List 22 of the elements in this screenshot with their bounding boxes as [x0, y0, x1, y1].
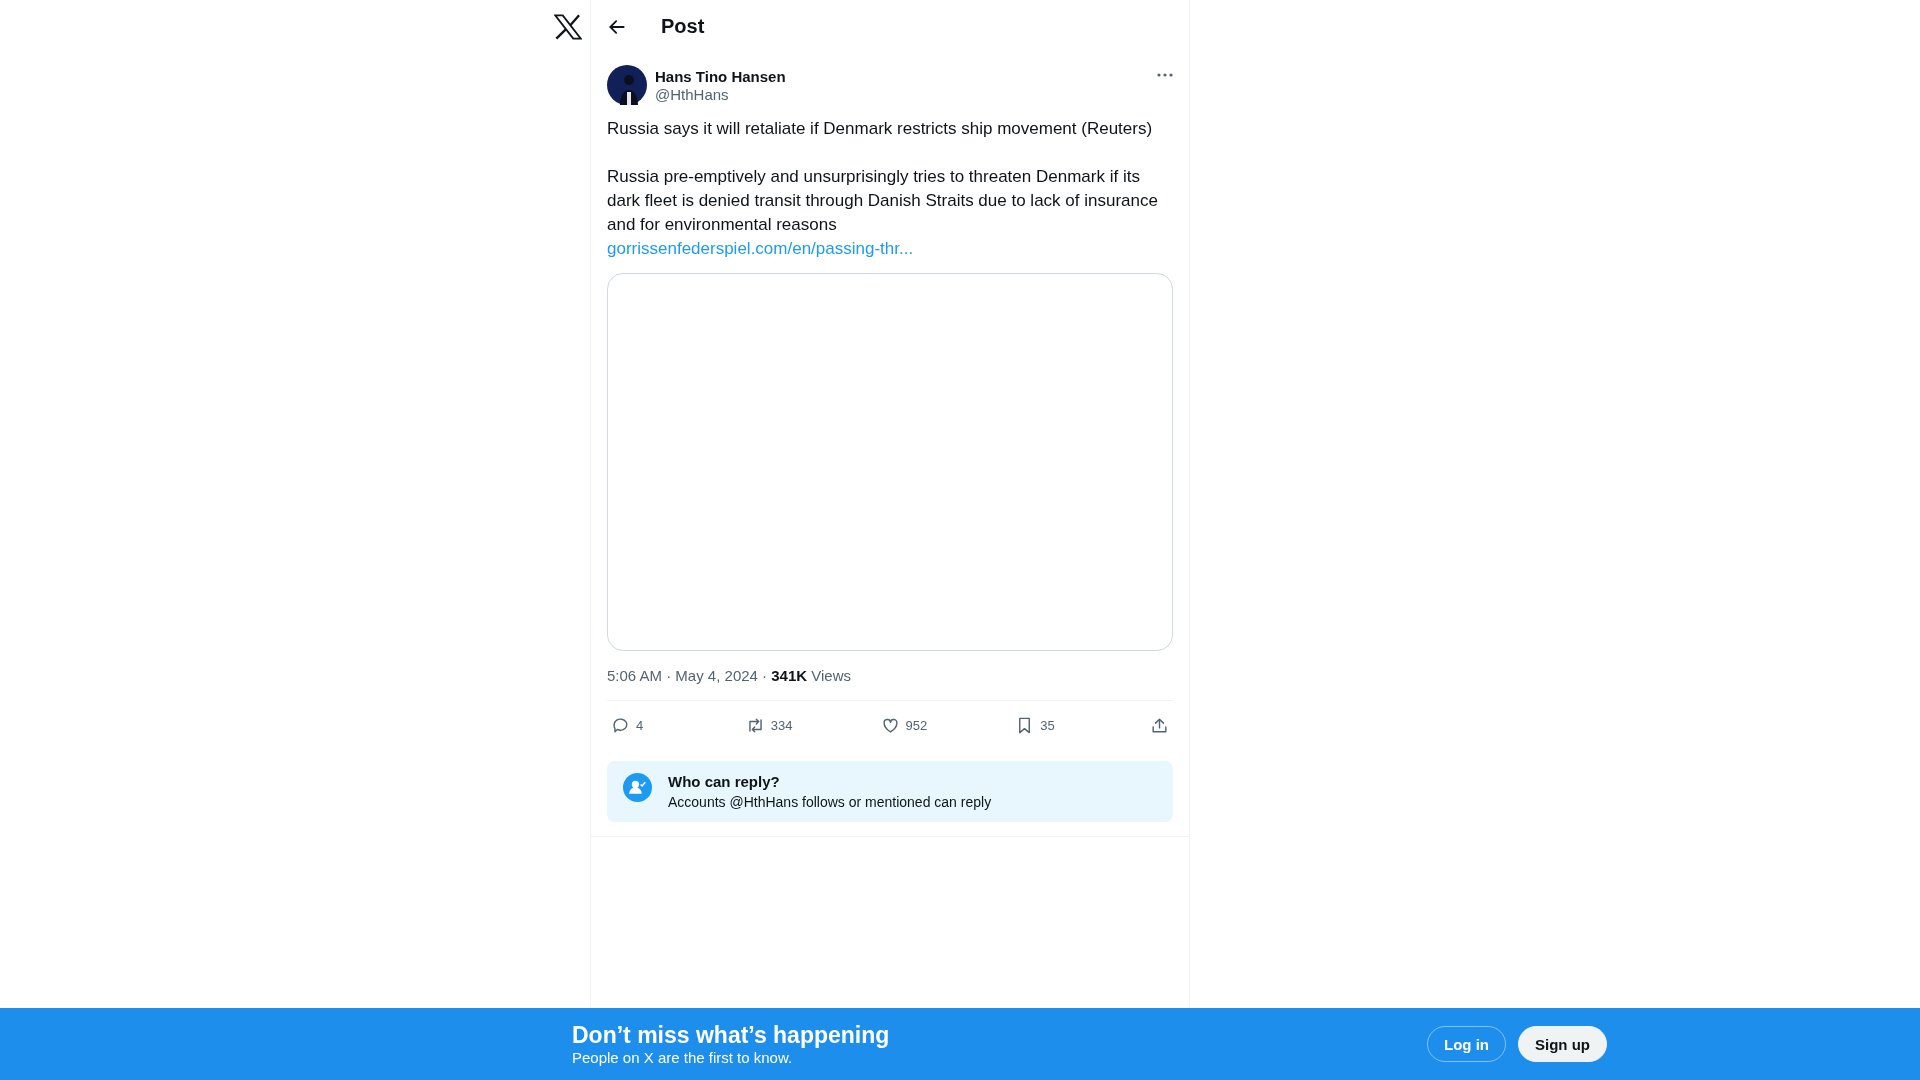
post-text: Russia says it will retaliate if Denmark restricts ship movement (Reuters) — [607, 118, 1154, 140]
notice-text: Accounts @HthHans follows or mentioned can reply — [668, 794, 992, 810]
signup-button[interactable]: Sign up — [1518, 1026, 1607, 1062]
post-text: Russia pre-emptively and unsurprisingly tries to threaten Denmark if its dark fleet is denied transit through Danish Straits due to lack of insurance and for environmental reasons — [607, 166, 1159, 236]
notice-title: Who can reply? — [668, 773, 781, 790]
more-options-icon[interactable] — [1157, 73, 1173, 77]
share-action[interactable] — [1150, 715, 1169, 735]
reply-action[interactable]: 4 — [611, 715, 671, 735]
x-logo-icon[interactable] — [554, 14, 582, 40]
speech-bubble-icon — [611, 715, 630, 735]
author-name[interactable]: Hans Tino Hansen — [655, 67, 1149, 85]
person-check-icon — [623, 773, 652, 802]
repost-action[interactable]: 334 — [745, 715, 806, 735]
share-icon — [1150, 715, 1169, 735]
banner-subtitle: People on X are the first to know. — [572, 1049, 794, 1066]
avatar[interactable] — [607, 65, 647, 105]
like-action[interactable]: 952 — [880, 715, 941, 735]
author-handle[interactable]: @HthHans — [655, 85, 1149, 103]
bookmark-action[interactable]: 35 — [1015, 715, 1076, 735]
page-title: Post — [661, 15, 705, 38]
post-metadata: 5:06 AM · May 4, 2024 · 341K Views — [607, 667, 853, 684]
banner-title: Don’t miss what’s happening — [572, 1022, 891, 1049]
